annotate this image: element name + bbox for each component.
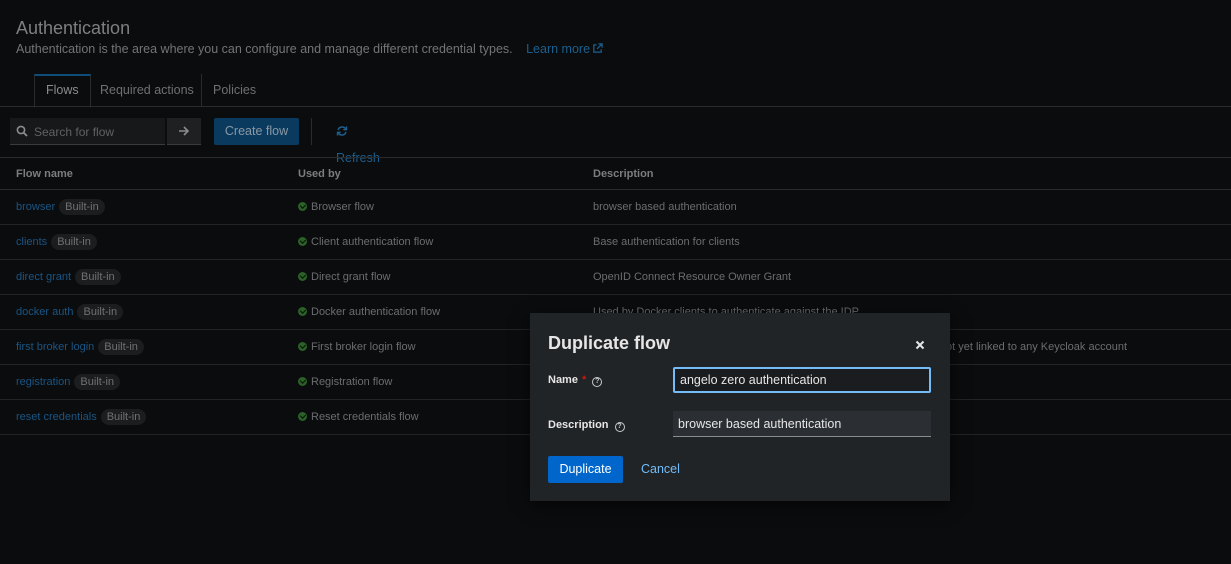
flow-name-link[interactable]: registration [16, 376, 70, 388]
check-circle-icon [298, 377, 307, 386]
description-cell: Base authentication for clients [577, 224, 1231, 260]
help-icon[interactable]: ? [614, 422, 625, 432]
name-label: Name *? [548, 374, 603, 387]
flow-name-link[interactable]: clients [16, 236, 47, 248]
page-title: Authentication [16, 18, 131, 38]
check-circle-icon [298, 307, 307, 316]
arrow-right-icon [179, 126, 190, 136]
check-circle-icon [298, 272, 307, 281]
used-by-text: Registration flow [311, 376, 393, 388]
built-in-badge: Built-in [74, 374, 121, 390]
check-circle-icon [298, 342, 307, 351]
duplicate-button[interactable]: Duplicate [548, 456, 623, 483]
page-subtitle: Authentication is the area where you can… [16, 42, 603, 56]
table-header-row: Flow name Used by Description [0, 157, 1231, 190]
description-input[interactable] [673, 411, 931, 437]
description-label: Description? [548, 419, 625, 432]
required-indicator: * [581, 374, 587, 386]
toolbar-divider [311, 118, 312, 145]
tab-required-actions[interactable]: Required actions [89, 74, 205, 106]
built-in-badge: Built-in [75, 269, 121, 285]
tab-required-actions-label: Required actions [100, 83, 194, 97]
built-in-badge: Built-in [100, 409, 147, 425]
flow-name-link[interactable]: docker auth [16, 306, 73, 318]
name-label-text: Name [548, 374, 578, 386]
description-cell: OpenID Connect Resource Owner Grant [577, 259, 1231, 295]
check-circle-icon [298, 237, 307, 246]
search-input[interactable] [32, 118, 166, 146]
built-in-badge: Built-in [98, 339, 144, 355]
search-icon [16, 125, 28, 137]
flow-name-link[interactable]: direct grant [16, 271, 71, 283]
help-icon[interactable]: ? [592, 377, 603, 387]
tab-flows-label: Flows [46, 83, 79, 97]
used-by-text: Docker authentication flow [311, 306, 441, 318]
used-by-text: Direct grant flow [311, 271, 391, 283]
external-link-icon [593, 43, 603, 53]
used-by-text: Client authentication flow [311, 236, 434, 248]
name-input[interactable] [673, 367, 931, 393]
table-row: clients Built-in Client authentication fl… [0, 224, 1231, 260]
flow-name-link[interactable]: browser [16, 201, 55, 213]
description-cell: browser based authentication [577, 189, 1231, 225]
create-flow-button[interactable]: Create flow [214, 118, 299, 145]
flow-name-link[interactable]: reset credentials [16, 411, 97, 423]
check-circle-icon [298, 202, 307, 211]
modal-title: Duplicate flow [548, 333, 671, 353]
search-box [10, 118, 166, 146]
table-row: direct grant Built-in Direct grant flow O… [0, 259, 1231, 295]
used-by-text: Browser flow [311, 201, 374, 213]
search-submit-button[interactable] [167, 118, 201, 145]
built-in-badge: Built-in [51, 234, 97, 250]
tab-policies-label: Policies [213, 83, 257, 97]
description-label-text: Description [548, 419, 609, 431]
refresh-icon [336, 126, 348, 136]
check-circle-icon [298, 412, 307, 421]
close-icon [915, 340, 925, 350]
tab-flows[interactable]: Flows [34, 74, 91, 108]
learn-more-label: Learn more [526, 42, 591, 56]
learn-more-link[interactable]: Learn more [526, 42, 603, 56]
column-header-used-by: Used by [282, 157, 577, 190]
refresh-button[interactable]: Refresh [336, 118, 380, 165]
used-by-text: Reset credentials flow [311, 411, 419, 423]
flow-name-link[interactable]: first broker login [16, 341, 94, 353]
cancel-button[interactable]: Cancel [641, 456, 680, 483]
tab-policies[interactable]: Policies [201, 74, 267, 106]
column-header-flow-name: Flow name [0, 157, 282, 190]
built-in-badge: Built-in [59, 199, 105, 215]
built-in-badge: Built-in [77, 304, 124, 320]
table-row: browser Built-in Browser flow browser bas… [0, 189, 1231, 225]
used-by-text: First broker login flow [311, 341, 416, 353]
duplicate-flow-modal: Duplicate flow Name*? Description? Dupli… [530, 313, 950, 501]
subtitle-text: Authentication is the area where you can… [16, 42, 513, 56]
tab-bar: Flows Required actions Policies [0, 74, 1231, 108]
close-button[interactable] [915, 337, 925, 350]
column-header-description: Description [577, 157, 1231, 190]
